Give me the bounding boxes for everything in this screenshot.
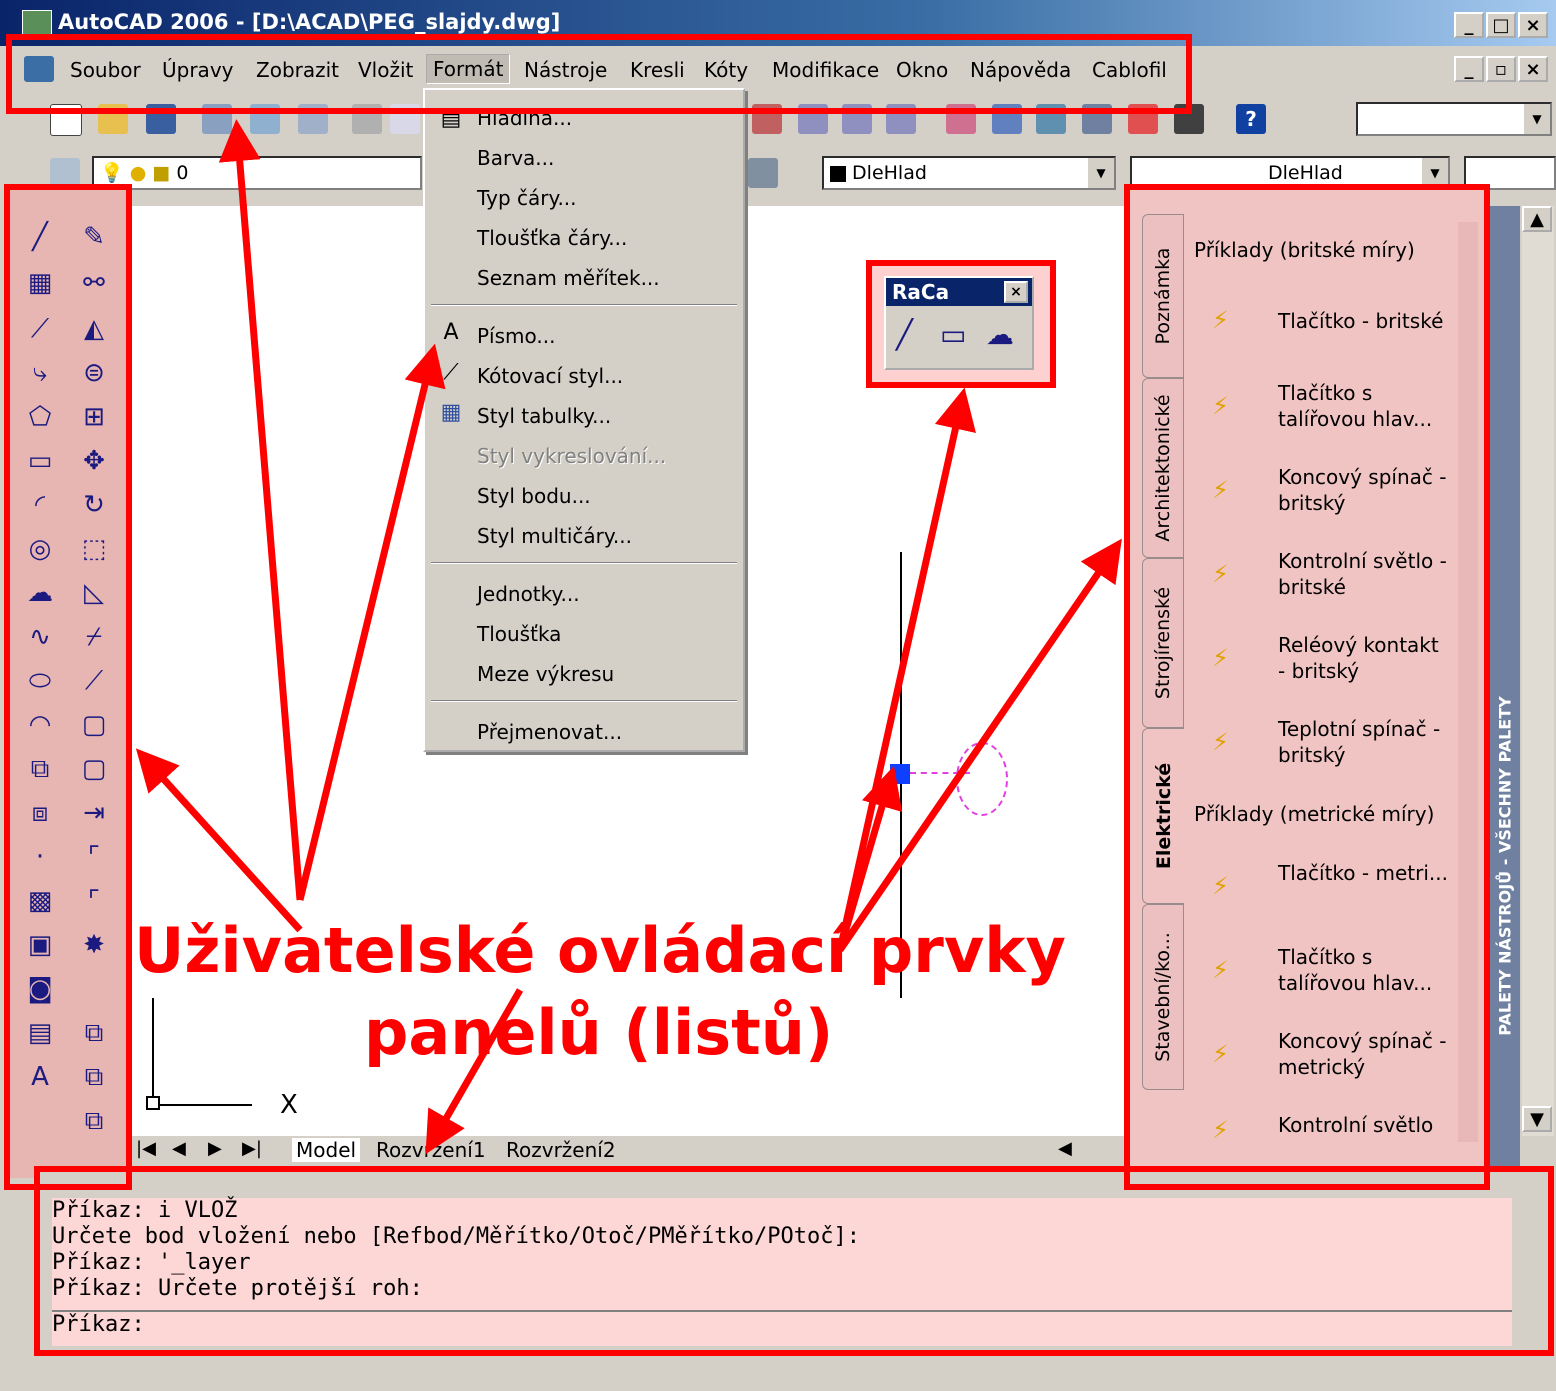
arrow-to-menu-2 bbox=[296, 343, 446, 901]
arrow-to-menu bbox=[218, 119, 304, 901]
annotation-line-1: Uživatelské ovládací prvky bbox=[134, 914, 1066, 987]
annotation-arrows bbox=[135, 119, 1122, 1155]
annotation-line-2: panelů (listů) bbox=[364, 996, 834, 1069]
arrow-to-raca bbox=[836, 387, 976, 951]
arrow-to-left-toolbars bbox=[135, 748, 303, 933]
